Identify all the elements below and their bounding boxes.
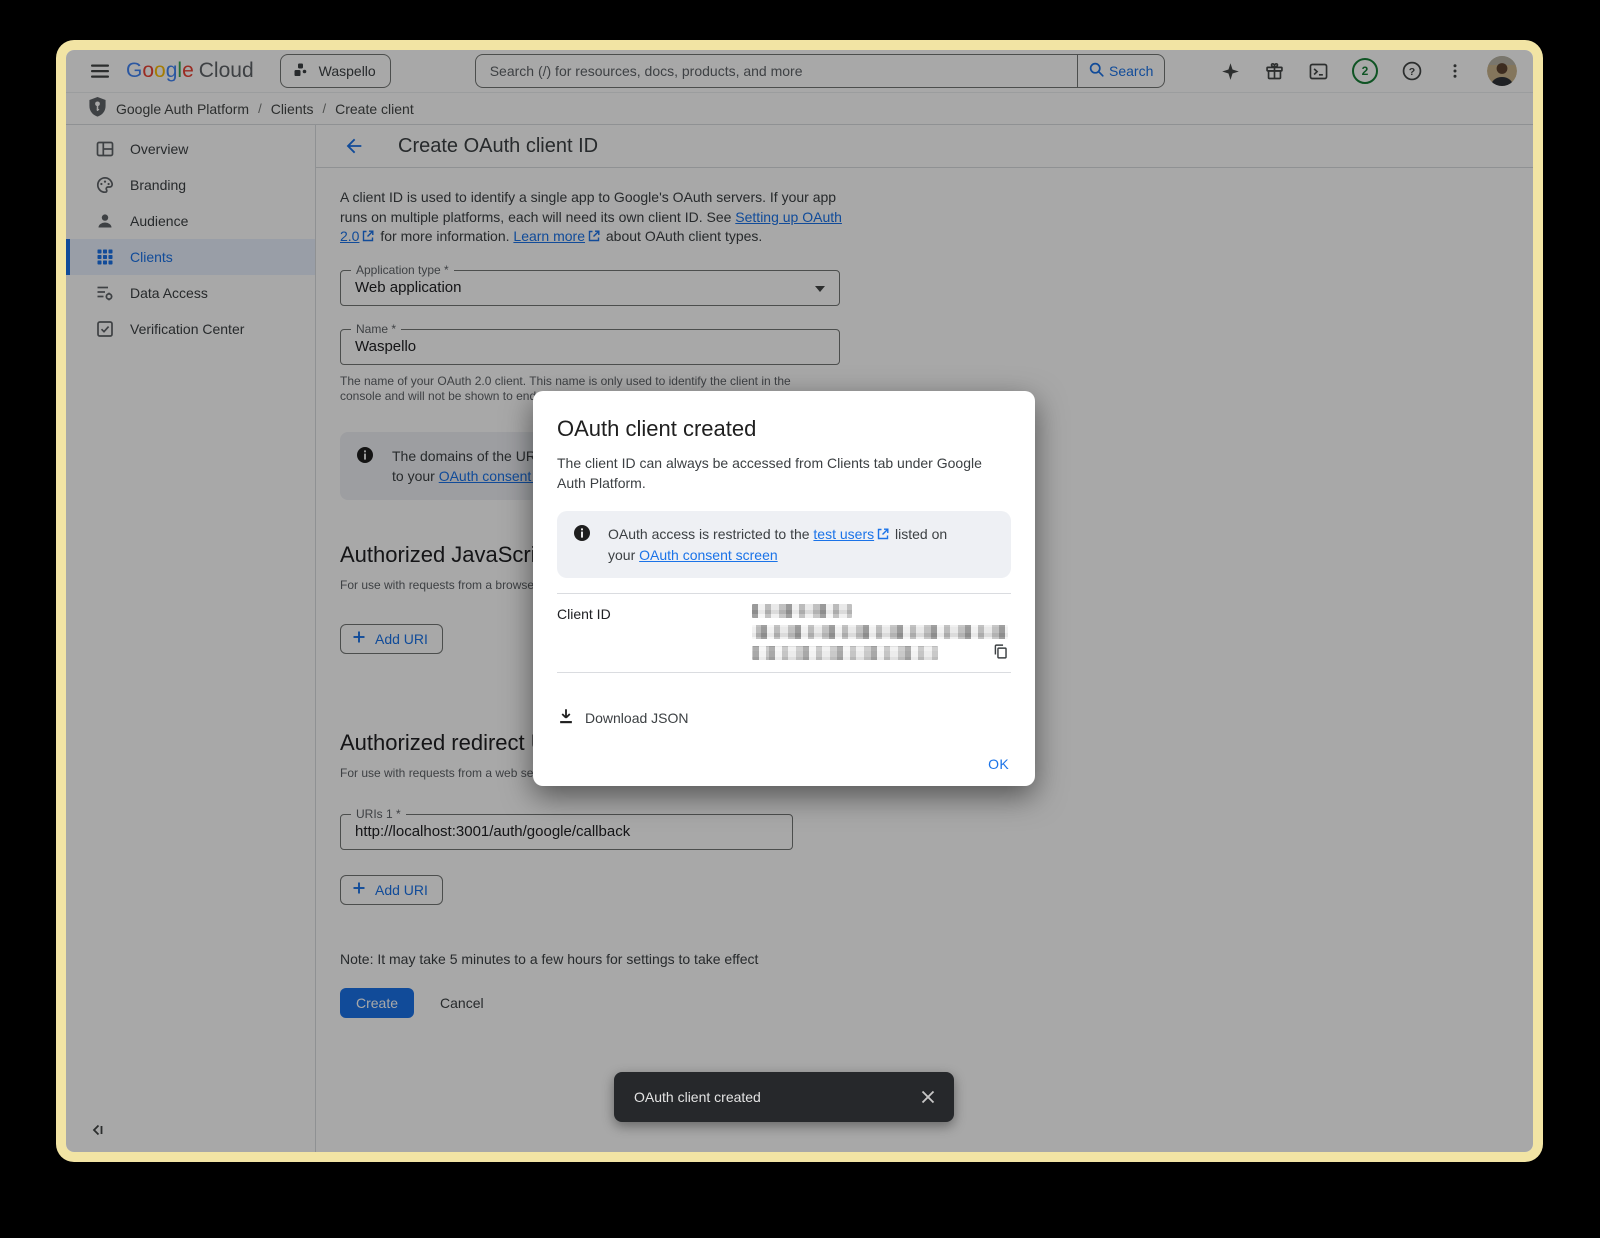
copy-icon[interactable]: [992, 643, 1009, 660]
info-icon: [573, 524, 591, 565]
test-users-link[interactable]: test users: [813, 526, 874, 542]
oauth-client-created-dialog: OAuth client created The client ID can a…: [533, 391, 1035, 786]
restricted-access-notice: OAuth access is restricted to the test u…: [557, 511, 1011, 578]
client-id-redacted-value: [752, 604, 1008, 660]
download-icon: [557, 707, 575, 728]
close-icon[interactable]: [920, 1089, 936, 1105]
redacted-line: [752, 625, 1008, 639]
client-id-row: Client ID: [557, 594, 1011, 673]
download-json-label: Download JSON: [585, 710, 689, 726]
dialog-body-line: The client ID can always be accessed fro…: [557, 455, 982, 471]
dialog-body: The client ID can always be accessed fro…: [557, 453, 1011, 493]
notice-text: OAuth access is restricted to the test u…: [608, 524, 995, 565]
dialog-title: OAuth client created: [557, 415, 1011, 443]
oauth-consent-screen-link[interactable]: OAuth consent screen: [639, 547, 778, 563]
external-link-icon: [877, 525, 889, 545]
redacted-line: [752, 604, 852, 618]
download-json-button[interactable]: Download JSON: [557, 707, 689, 728]
redacted-line: [752, 646, 938, 660]
toast-snackbar: OAuth client created: [614, 1072, 954, 1122]
notice-segment: listed on: [891, 526, 947, 542]
ok-button[interactable]: OK: [988, 756, 1009, 772]
notice-segment: OAuth access is restricted to the: [608, 526, 813, 542]
client-id-label: Client ID: [557, 604, 752, 660]
notice-segment: your: [608, 547, 639, 563]
toast-message: OAuth client created: [634, 1089, 761, 1105]
dialog-body-line: Auth Platform.: [557, 475, 646, 491]
